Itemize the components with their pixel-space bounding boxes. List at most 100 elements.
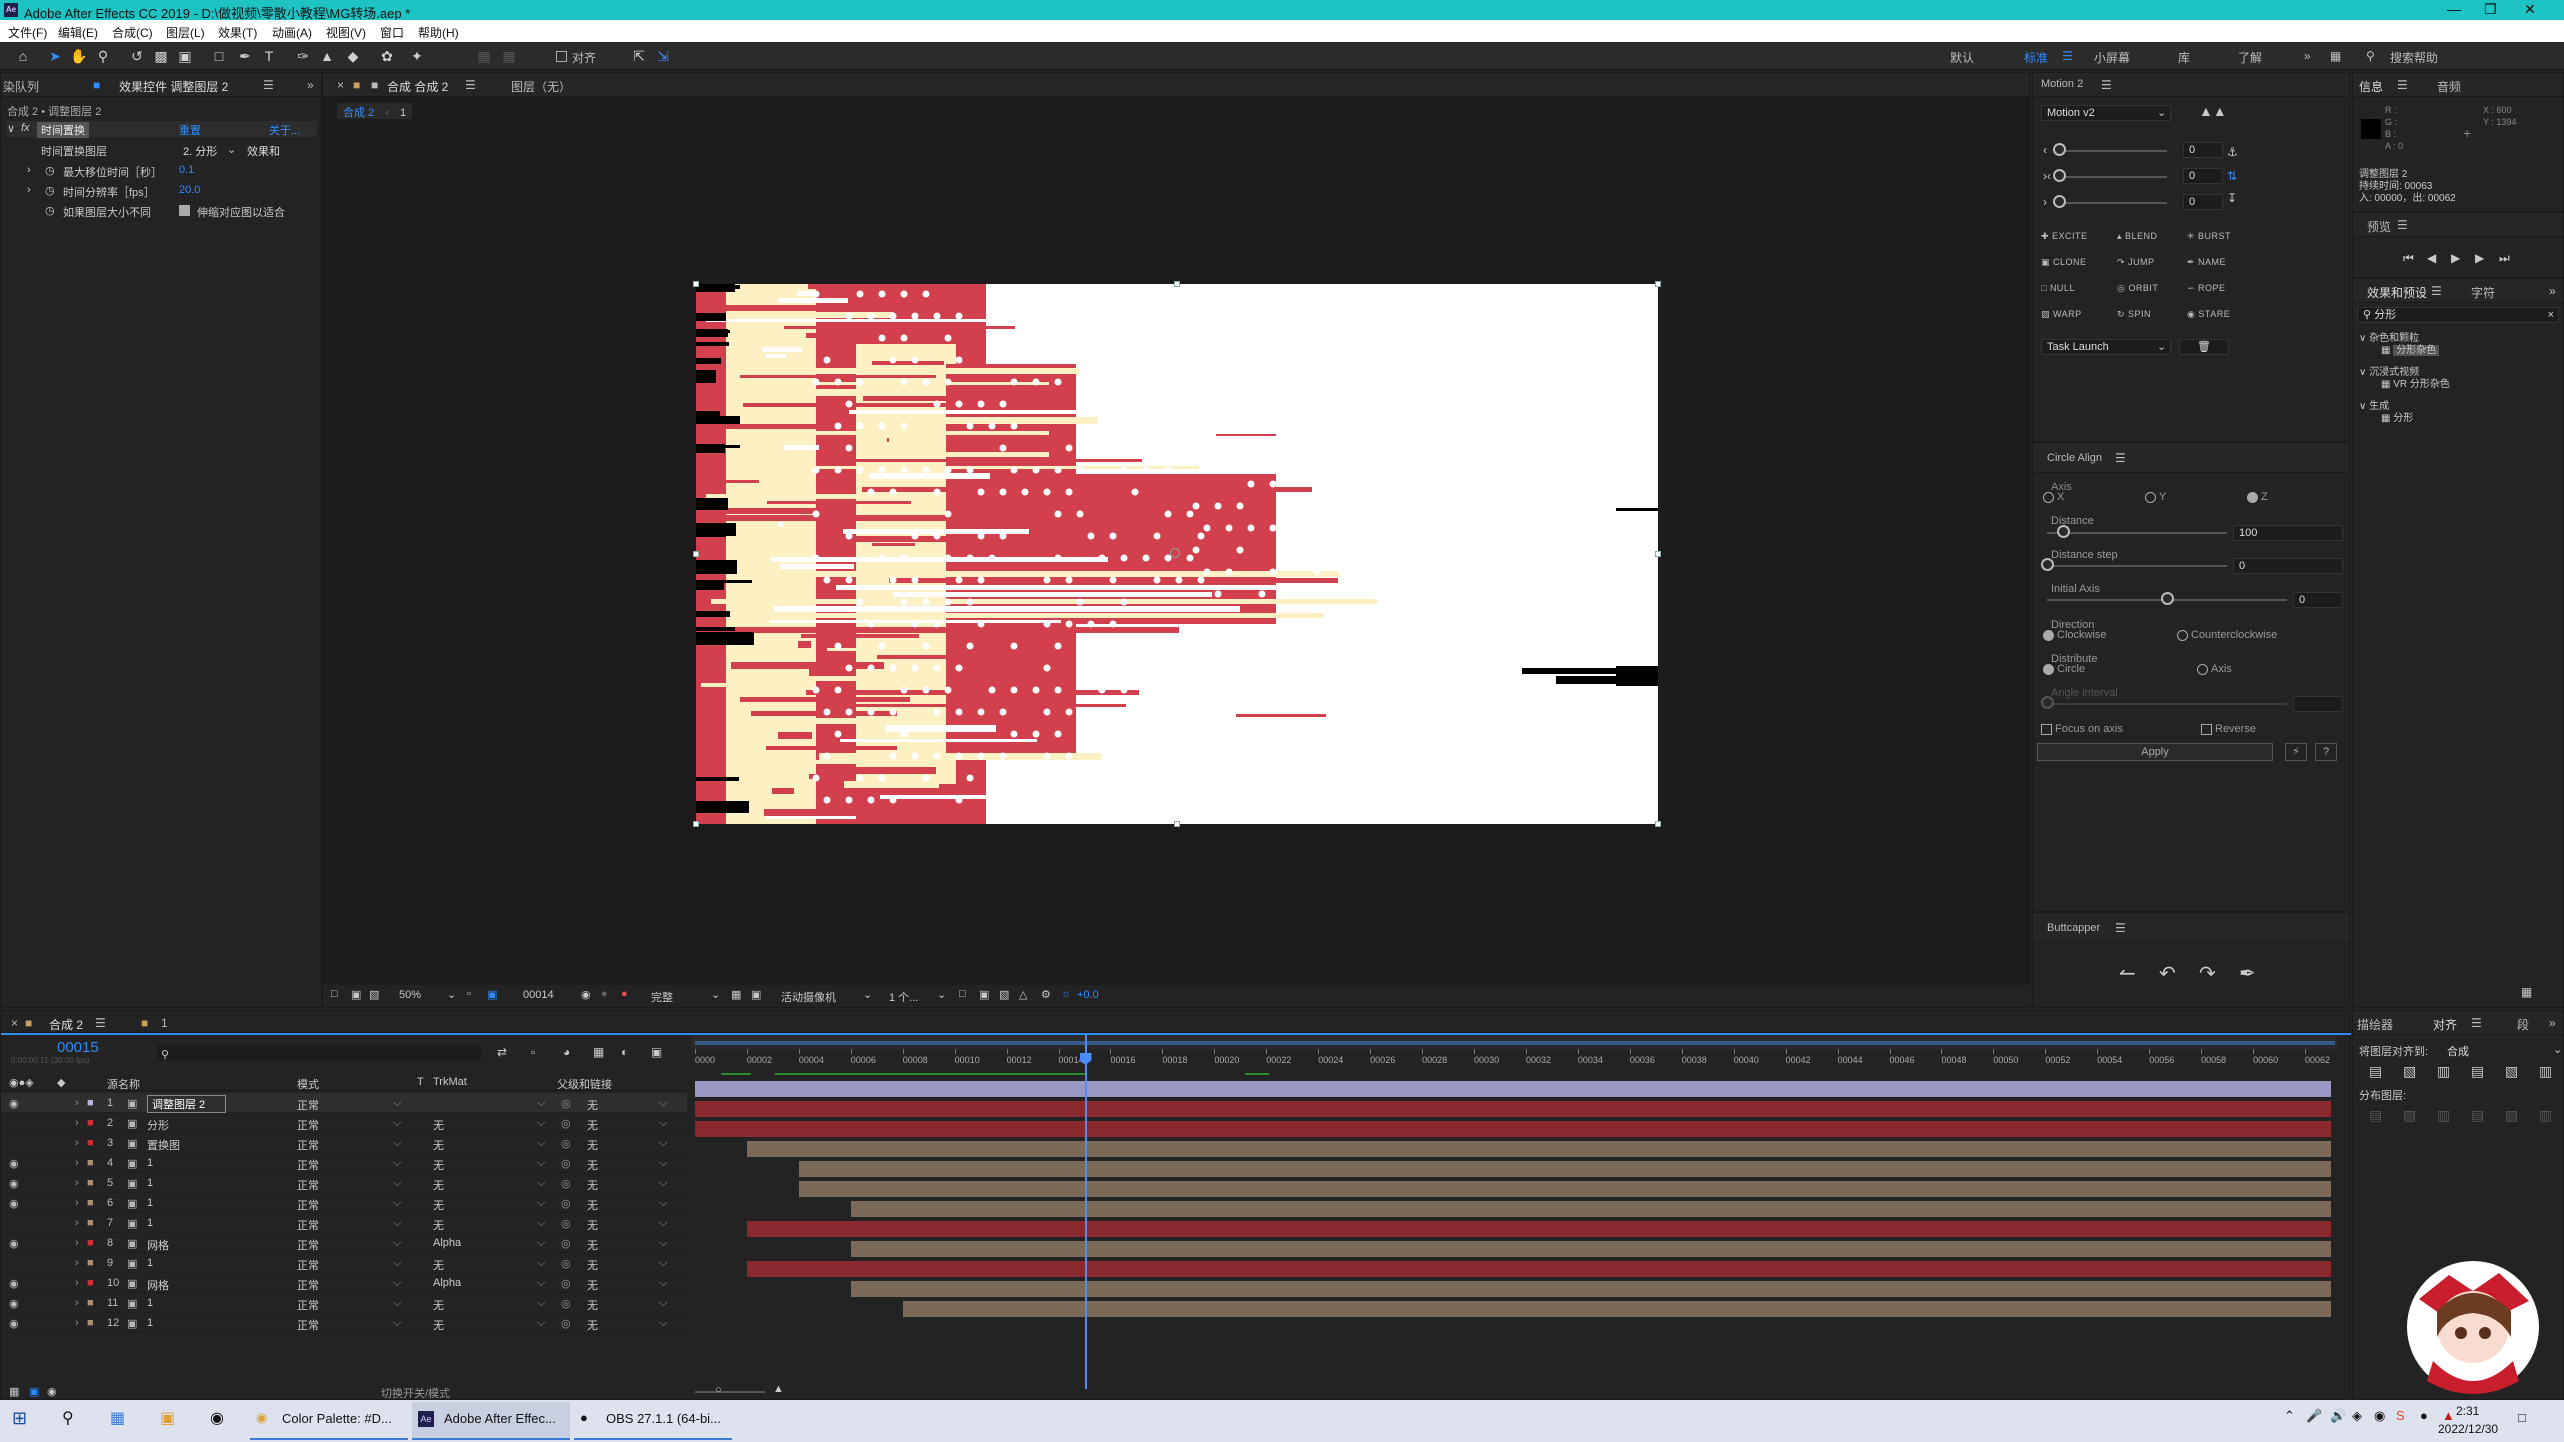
align-hcenter-icon[interactable]: ▧ — [2403, 1063, 2416, 1080]
pick-whip-icon[interactable]: ◎ — [561, 1157, 571, 1170]
panel-menu-icon[interactable]: ☰ — [263, 78, 274, 92]
pick-whip-icon[interactable]: ◎ — [561, 1317, 571, 1330]
label-color-swatch[interactable]: ■ — [87, 1157, 94, 1169]
monitor-icon[interactable]: ▣ — [351, 988, 361, 1001]
label-color-swatch[interactable]: ■ — [87, 1097, 94, 1109]
chevron-down-icon[interactable]: ⌵ — [659, 1177, 667, 1190]
snap-feature-icon[interactable]: ⇲ — [654, 47, 672, 65]
eye-icon[interactable]: ◉ — [9, 1277, 19, 1290]
distance-value[interactable]: 100 — [2233, 525, 2343, 541]
distribute-axis-radio[interactable]: Axis — [2197, 663, 2232, 675]
rectangle-tool-icon[interactable]: □ — [210, 47, 228, 65]
anchor-weight-icon[interactable]: ⚓ — [2227, 145, 2238, 159]
chevron-down-icon[interactable]: ⌵ — [537, 1297, 545, 1310]
tree-item[interactable]: ▦ 分形杂色 — [2381, 341, 2440, 356]
layer-name[interactable]: 置换图 — [147, 1137, 180, 1153]
paragraph-tab[interactable]: 段 — [2517, 1016, 2529, 1033]
trkmat-select[interactable]: 无 — [433, 1157, 444, 1173]
minimize-icon[interactable]: — — [2447, 1, 2461, 17]
transparency-grid-icon[interactable]: ▦ — [731, 988, 741, 1001]
chevron-down-icon[interactable]: ⌵ — [393, 1117, 401, 1130]
chevron-down-icon[interactable]: ⌵ — [537, 1097, 545, 1110]
layer-name[interactable]: 1 — [147, 1177, 153, 1189]
chevron-down-icon[interactable]: ⌄ — [227, 143, 236, 156]
layer-name[interactable]: 调整图层 2 — [147, 1095, 227, 1113]
mode-select[interactable]: 正常 — [297, 1137, 319, 1153]
panel-menu-icon[interactable]: ☰ — [2115, 451, 2126, 465]
label-color-swatch[interactable]: ■ — [87, 1137, 94, 1149]
distance-step-knob[interactable] — [2041, 558, 2054, 571]
eye-icon[interactable]: ◉ — [9, 1317, 19, 1330]
ease-out-value[interactable]: 0 — [2183, 142, 2223, 158]
exposure-value[interactable]: +0.0 — [1077, 989, 1099, 1001]
axis-local-icon[interactable]: ▦ — [475, 47, 493, 65]
trkmat-select[interactable]: 无 — [433, 1217, 444, 1233]
layer-duration-bar[interactable] — [695, 1081, 2331, 1097]
rope-button[interactable]: ∽ ROPE — [2187, 283, 2226, 294]
label-color-swatch[interactable]: ■ — [87, 1217, 94, 1229]
tray-app-icon[interactable]: ◉ — [2374, 1408, 2385, 1424]
eye-icon[interactable]: ◉ — [9, 1297, 19, 1310]
chevron-down-icon[interactable]: ⌄ — [447, 988, 456, 1001]
mode-select[interactable]: 正常 — [297, 1117, 319, 1133]
ease-both-value[interactable]: 0 — [2183, 168, 2223, 184]
comp-mini-flowchart-icon[interactable]: ⇄ — [497, 1045, 507, 1059]
layer-duration-bar[interactable] — [850, 1201, 2331, 1217]
chevron-down-icon[interactable]: ⌵ — [659, 1197, 667, 1210]
breadcrumb-layer[interactable]: 1 — [400, 107, 406, 119]
layer-name[interactable]: 分形 — [147, 1117, 169, 1133]
pick-whip-icon[interactable]: ◎ — [561, 1297, 571, 1310]
search-icon[interactable]: ⚲ — [62, 1408, 74, 1428]
volume-icon[interactable]: 🔊 — [2330, 1408, 2346, 1424]
menu-window[interactable]: 窗口 — [380, 24, 404, 41]
prop-expand-icon[interactable]: › — [27, 184, 31, 196]
align-bottom-icon[interactable]: ▥ — [2539, 1063, 2552, 1080]
chevron-down-icon[interactable]: ⌄ — [2157, 106, 2166, 119]
lightning-button[interactable]: ⚡ — [2285, 743, 2307, 761]
workspace-default[interactable]: 默认 — [1950, 49, 1974, 66]
align-left-icon[interactable]: ▤ — [2369, 1063, 2382, 1080]
link-icon[interactable]: ⇅ — [2227, 169, 2237, 183]
layer-name[interactable]: 1 — [147, 1317, 153, 1329]
transform-handle[interactable] — [693, 551, 699, 557]
layer-row[interactable]: › ■ 3 ▣ 置换图 正常 ⌵ 无 ⌵ ◎ 无 ⌵ — [1, 1133, 687, 1153]
new-folder-icon[interactable]: ▦ — [2521, 985, 2532, 999]
chevron-down-icon[interactable]: ⌵ — [393, 1097, 401, 1110]
panel-menu-icon[interactable]: ☰ — [2397, 78, 2408, 92]
chevron-down-icon[interactable]: ⌵ — [659, 1157, 667, 1170]
breadcrumb-comp[interactable]: 合成 2 — [343, 107, 374, 119]
next-frame-icon[interactable]: ▶ — [2475, 251, 2484, 265]
expand-icon[interactable]: › — [75, 1177, 79, 1189]
clone-button[interactable]: ▣ CLONE — [2041, 257, 2087, 268]
chevron-down-icon[interactable]: ⌵ — [537, 1217, 545, 1230]
comp-tab[interactable]: 合成 合成 2 — [387, 78, 448, 95]
trkmat-select[interactable]: 无 — [433, 1197, 444, 1213]
layer-name[interactable]: 1 — [147, 1217, 153, 1229]
panel-overflow-icon[interactable]: » — [2549, 284, 2556, 298]
magnifier-icon[interactable]: □ — [331, 988, 338, 1000]
flowchart-icon[interactable]: △ — [1019, 988, 1027, 1001]
exposure-reset-icon[interactable]: ⚙ — [1041, 988, 1051, 1001]
layer-duration-bar[interactable] — [746, 1261, 2331, 1277]
prop-expand-icon[interactable]: › — [27, 164, 31, 176]
trkmat-select[interactable]: 无 — [433, 1117, 444, 1133]
chevron-down-icon[interactable]: ⌵ — [393, 1257, 401, 1270]
work-area-range[interactable] — [695, 1041, 2335, 1045]
chevron-down-icon[interactable]: ⌄ — [937, 988, 946, 1001]
focus-on-axis-checkbox[interactable]: Focus on axis — [2041, 723, 2123, 735]
label-color-swatch[interactable]: ■ — [87, 1277, 94, 1289]
mask-icon[interactable]: ▧ — [369, 988, 379, 1001]
null-button[interactable]: □ NULL — [2041, 283, 2075, 293]
initial-axis-value[interactable]: 0 — [2293, 592, 2343, 608]
chevron-down-icon[interactable]: ⌵ — [393, 1277, 401, 1290]
panel-menu-icon[interactable]: ☰ — [2397, 218, 2408, 232]
search-panel-icon[interactable]: ▦ — [2330, 49, 2341, 63]
chevron-down-icon[interactable]: ⌵ — [659, 1217, 667, 1230]
chevron-down-icon[interactable]: ⌵ — [659, 1117, 667, 1130]
exposure-icon[interactable]: ☼ — [1061, 988, 1071, 1000]
workspace-menu-icon[interactable]: ☰ — [2062, 49, 2073, 63]
layer-duration-bar[interactable] — [902, 1301, 2331, 1317]
panel-menu-icon[interactable]: ☰ — [465, 78, 476, 92]
chevron-down-icon[interactable]: ⌵ — [393, 1237, 401, 1250]
layer-duration-bar[interactable] — [850, 1281, 2331, 1297]
